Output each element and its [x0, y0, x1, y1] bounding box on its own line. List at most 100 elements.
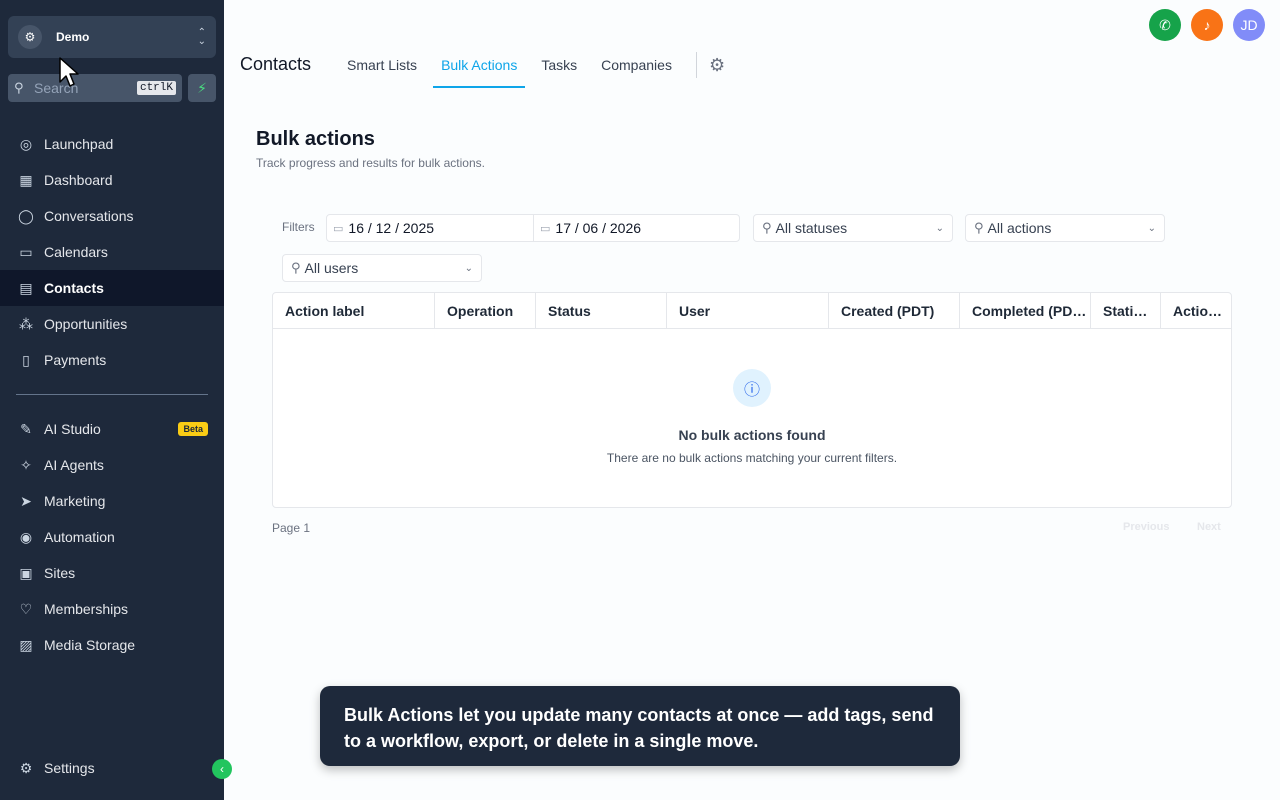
sidebar-item-label: Marketing [44, 493, 106, 509]
sidebar-item-label: Dashboard [44, 172, 113, 188]
column-header[interactable]: Stati… [1091, 293, 1161, 328]
mouse-cursor-icon [59, 57, 79, 87]
date-from-field[interactable]: ▭ 16 / 12 / 2025 [327, 215, 533, 241]
account-name: Demo [56, 30, 90, 44]
calendar-icon: ▭ [19, 243, 33, 260]
empty-title: No bulk actions found [678, 427, 826, 443]
action-filter-value: All actions [987, 220, 1052, 236]
filters-label: Filters [282, 220, 315, 234]
sidebar-item-automation[interactable]: ◉ Automation [0, 519, 224, 555]
rocket-icon: ◎ [19, 135, 33, 152]
column-header[interactable]: Operation [435, 293, 536, 328]
info-icon: ⓘ [733, 369, 771, 407]
date-range-picker: ▭ 16 / 12 / 2025 ▭ 17 / 06 / 2026 [326, 214, 740, 242]
search-input[interactable]: ⚲ Search ctrlK [8, 74, 182, 102]
sidebar-item-label: Memberships [44, 601, 129, 617]
chat-icon: ◯ [18, 207, 34, 224]
sidebar-item-calendars[interactable]: ▭ Calendars [0, 234, 224, 270]
sparkle-icon: ✧ [20, 456, 32, 473]
sidebar-item-label: AI Studio [44, 421, 101, 437]
sidebar-item-settings[interactable]: ⚙ Settings [0, 750, 224, 786]
sidebar-item-opportunities[interactable]: ⁂ Opportunities [0, 306, 224, 342]
sidebar-item-marketing[interactable]: ➤ Marketing [0, 483, 224, 519]
tab-tasks[interactable]: Tasks [533, 44, 585, 88]
column-header[interactable]: Completed (PD… [960, 293, 1091, 328]
status-filter-select[interactable]: ⚲ All statuses ⌄ [753, 214, 953, 242]
collapse-sidebar-button[interactable]: ‹ [212, 759, 232, 779]
phone-icon: ✆ [1159, 16, 1171, 33]
empty-description: There are no bulk actions matching your … [606, 451, 898, 465]
sidebar-item-label: Calendars [44, 244, 108, 260]
sidebar-item-media-storage[interactable]: ▨ Media Storage [0, 627, 224, 663]
beta-badge: Beta [178, 422, 208, 436]
gear-icon: ⚙ [19, 759, 33, 776]
shortcut-badge: ctrlK [136, 81, 176, 95]
notifications-button[interactable]: ♪ [1191, 9, 1223, 41]
payments-icon: ▯ [22, 351, 30, 368]
bulk-actions-table: Action label Operation Status User Creat… [272, 292, 1232, 508]
search-placeholder: Search [34, 80, 79, 96]
sidebar: ⚙ Demo ⌃ ⌄ ⚲ Search ctrlK ⚡ ◎ Launchpad ▦… [0, 0, 224, 800]
send-icon: ➤ [20, 492, 32, 509]
column-header[interactable]: Status [536, 293, 667, 328]
tab-bulk-actions[interactable]: Bulk Actions [433, 44, 526, 88]
empty-state: ⓘ No bulk actions found There are no bul… [273, 369, 1231, 465]
column-header[interactable]: Action label [273, 293, 435, 328]
next-button[interactable]: Next [1197, 521, 1221, 533]
gear-icon[interactable]: ⚙ [709, 55, 725, 76]
user-filter-select[interactable]: ⚲ All users ⌄ [282, 254, 482, 282]
sidebar-item-payments[interactable]: ▯ Payments [0, 342, 224, 378]
column-header[interactable]: Actio… [1161, 293, 1231, 328]
chevron-down-icon: ⌄ [1147, 222, 1156, 234]
contacts-icon: ▤ [19, 279, 33, 296]
automation-icon: ◉ [19, 528, 33, 545]
sidebar-settings: ⚙ Settings [0, 750, 224, 786]
avatar[interactable]: JD [1233, 9, 1265, 41]
image-icon: ▨ [19, 636, 33, 653]
chevron-left-icon: ‹ [220, 762, 224, 776]
sites-icon: ▣ [19, 564, 33, 581]
action-filter-select[interactable]: ⚲ All actions ⌄ [965, 214, 1165, 242]
chevron-updown-icon: ⌃ ⌄ [197, 27, 206, 47]
memberships-icon: ♡ [19, 600, 33, 617]
sidebar-item-sites[interactable]: ▣ Sites [0, 555, 224, 591]
user-filter-value: All users [304, 260, 359, 276]
phone-button[interactable]: ✆ [1149, 9, 1181, 41]
page-subtitle: Track progress and results for bulk acti… [256, 156, 485, 170]
column-header[interactable]: User [667, 293, 829, 328]
tab-smart-lists[interactable]: Smart Lists [339, 44, 425, 88]
sidebar-item-label: Opportunities [44, 316, 128, 332]
page-title: Bulk actions [256, 128, 375, 150]
sidebar-item-memberships[interactable]: ♡ Memberships [0, 591, 224, 627]
sidebar-nav-secondary: ✎ AI Studio Beta ✧ AI Agents ➤ Marketing… [0, 411, 224, 663]
tab-companies[interactable]: Companies [593, 44, 680, 88]
ai-studio-icon: ✎ [20, 420, 32, 437]
sidebar-divider [16, 394, 208, 395]
sidebar-item-conversations[interactable]: ◯ Conversations [0, 198, 224, 234]
date-to-value: 17 / 06 / 2026 [555, 220, 642, 236]
sidebar-item-label: Settings [44, 760, 95, 776]
sidebar-item-ai-agents[interactable]: ✧ AI Agents [0, 447, 224, 483]
page-section-title: Contacts [240, 54, 312, 74]
sidebar-item-launchpad[interactable]: ◎ Launchpad [0, 126, 224, 162]
sidebar-item-label: Launchpad [44, 136, 114, 152]
previous-button[interactable]: Previous [1123, 521, 1169, 533]
sidebar-item-label: Conversations [44, 208, 134, 224]
table-header: Action label Operation Status User Creat… [273, 293, 1231, 329]
top-actions: ✆ ♪ JD [1149, 9, 1265, 41]
date-to-field[interactable]: ▭ 17 / 06 / 2026 [533, 215, 739, 241]
column-header[interactable]: Created (PDT) [829, 293, 960, 328]
contacts-tabs: Contacts Smart Lists Bulk Actions Tasks … [240, 44, 725, 88]
onboarding-tooltip: Bulk Actions let you update many contact… [320, 686, 960, 766]
quick-actions-button[interactable]: ⚡ [188, 74, 216, 102]
search-icon: ⚲ [14, 80, 24, 95]
sidebar-item-label: Media Storage [44, 637, 136, 653]
account-icon: ⚙ [18, 25, 42, 49]
search-icon: ⚲ [291, 260, 301, 275]
sidebar-item-ai-studio[interactable]: ✎ AI Studio Beta [0, 411, 224, 447]
bell-icon: ♪ [1203, 17, 1211, 33]
account-switcher[interactable]: ⚙ Demo ⌃ ⌄ [8, 16, 216, 58]
sidebar-item-dashboard[interactable]: ▦ Dashboard [0, 162, 224, 198]
opportunities-icon: ⁂ [19, 315, 33, 332]
sidebar-item-contacts[interactable]: ▤ Contacts [0, 270, 224, 306]
